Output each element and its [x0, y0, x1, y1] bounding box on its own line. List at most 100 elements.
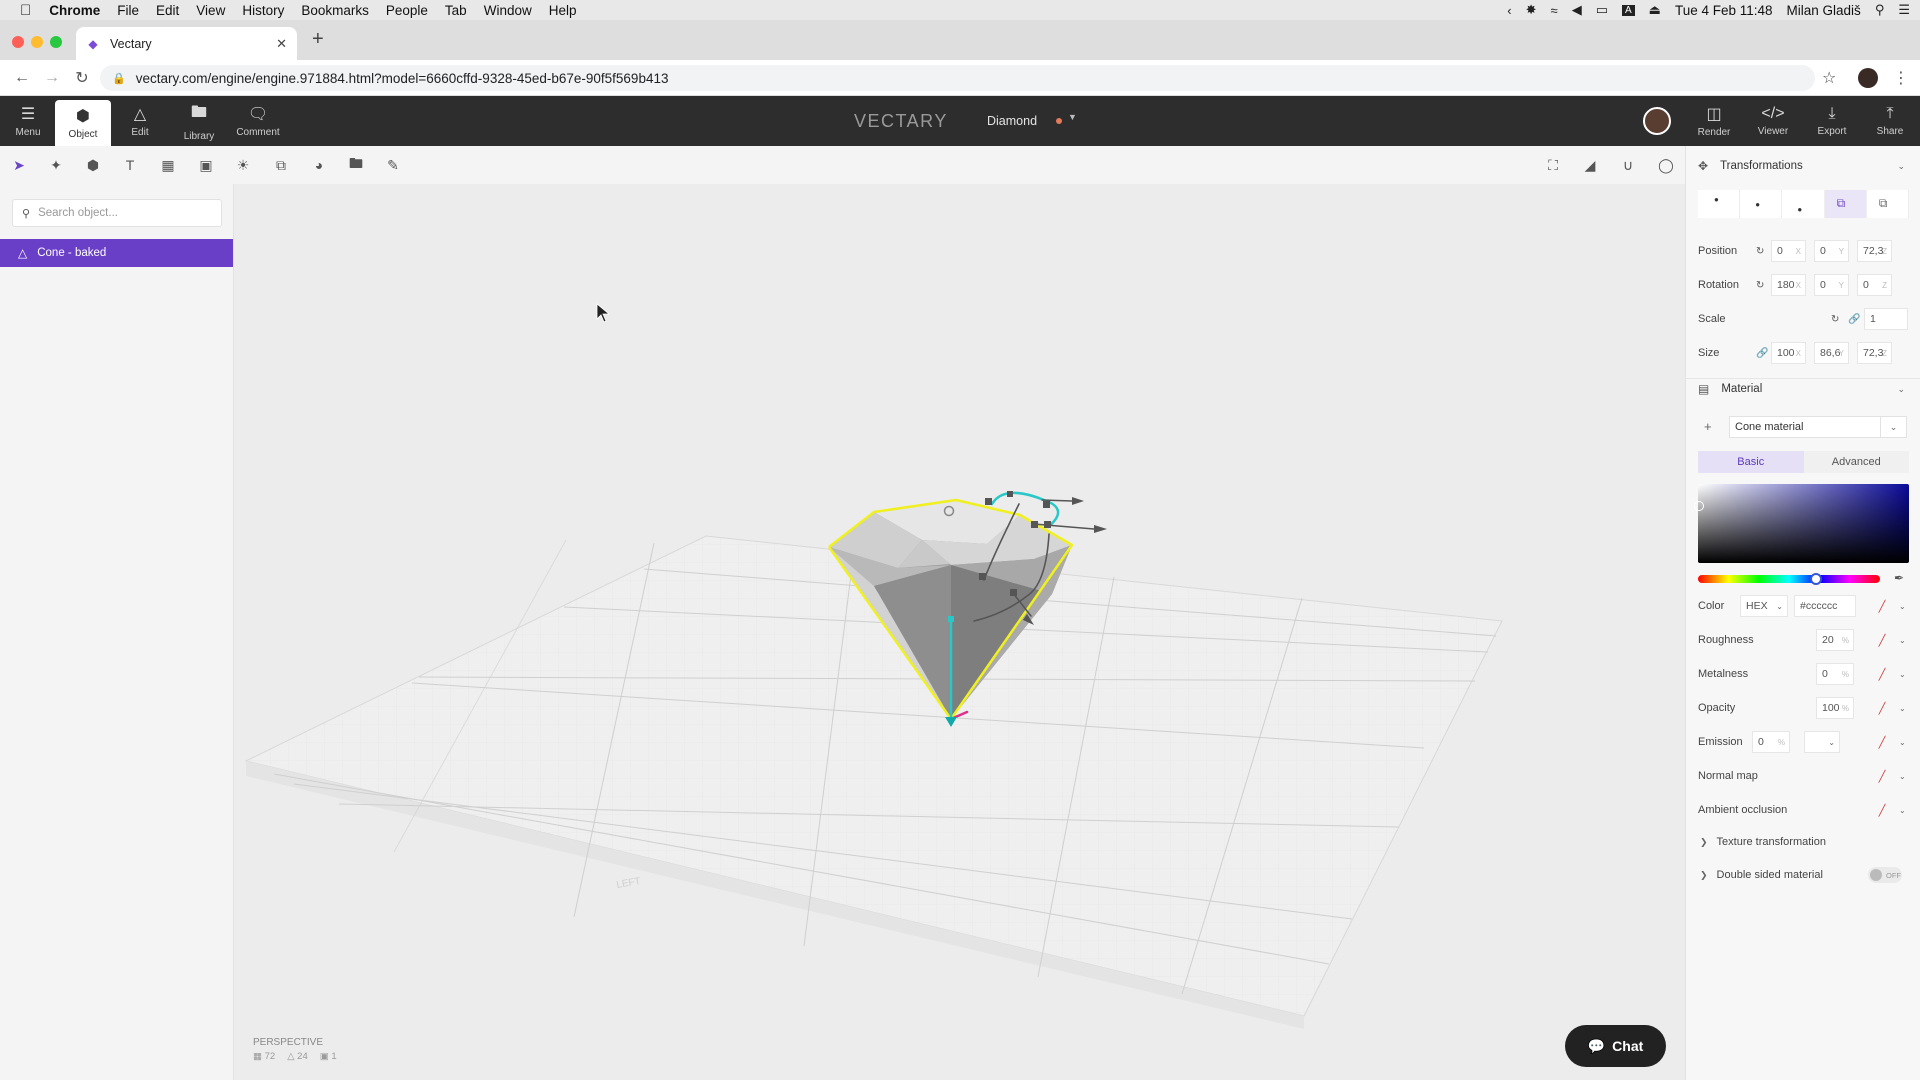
texture-pencil-icon[interactable]: ╱ — [1873, 699, 1891, 717]
image-tool-icon[interactable]: ▦ — [158, 155, 178, 175]
os-clock[interactable]: Tue 4 Feb 11:48 — [1675, 3, 1773, 18]
pivot-bottom-button[interactable]: ● — [1782, 190, 1825, 218]
window-close-button[interactable] — [12, 36, 24, 48]
chevron-left-icon[interactable]: ‹ — [1507, 3, 1511, 18]
size-z-field[interactable]: 72,3 Z — [1857, 342, 1892, 364]
snapping-magnet-icon[interactable]: ∪ — [1618, 155, 1638, 175]
window-minimize-button[interactable] — [31, 36, 43, 48]
hue-slider-thumb[interactable] — [1810, 573, 1822, 585]
library-button[interactable]: 🖿 Library — [171, 96, 227, 146]
new-tab-icon[interactable]: + — [312, 28, 324, 51]
export-button[interactable]: ⤓ Export — [1804, 96, 1860, 146]
chevron-down-icon[interactable]: ⌄ — [1880, 417, 1906, 437]
pivot-center-button[interactable]: ● — [1740, 190, 1783, 218]
position-y-field[interactable]: 0Y — [1814, 240, 1849, 262]
local-axis-button[interactable]: ⧉ — [1866, 190, 1910, 218]
os-menu-help[interactable]: Help — [549, 3, 577, 18]
browser-menu-icon[interactable]: ⋮ — [1893, 68, 1909, 88]
url-text[interactable]: vectary.com/engine/engine.971884.html?mo… — [136, 71, 669, 86]
edit-mode-button[interactable]: △ Edit — [112, 96, 168, 146]
eject-icon[interactable]: ⏏ — [1649, 2, 1661, 18]
viewer-button[interactable]: </> Viewer — [1745, 96, 1801, 146]
apple-icon[interactable]:  — [20, 2, 31, 19]
text-tool-icon[interactable]: T — [120, 155, 140, 175]
scale-field[interactable]: 1 — [1864, 308, 1908, 330]
os-menu-app[interactable]: Chrome — [49, 3, 100, 18]
pivot-top-button[interactable]: ● — [1698, 190, 1741, 218]
transformations-header[interactable]: ✥ Transformations ⌄ — [1686, 151, 1920, 181]
measure-tool-icon[interactable]: ✎ — [383, 155, 403, 175]
texture-transformation-section[interactable]: ❯ Texture transformation — [1698, 831, 1913, 853]
comment-button[interactable]: 🗨 Comment — [230, 96, 286, 146]
emission-color-swatch[interactable]: ⌄ — [1804, 731, 1840, 753]
deformer-tool-icon[interactable]: ◕ — [309, 155, 329, 175]
dropbox-icon[interactable]: ✸ — [1526, 2, 1537, 18]
window-zoom-button[interactable] — [50, 36, 62, 48]
os-menu-tab[interactable]: Tab — [445, 3, 467, 18]
search-input[interactable] — [38, 207, 209, 219]
position-z-field[interactable]: 72,3 Z — [1857, 240, 1892, 262]
texture-pencil-icon[interactable]: ╱ — [1873, 801, 1891, 819]
object-mode-button[interactable]: ⬢ Object — [55, 100, 111, 146]
size-x-field[interactable]: 100 X — [1771, 342, 1806, 364]
bookmark-star-icon[interactable]: ☆ — [1822, 68, 1836, 88]
material-dropdown[interactable]: Cone material ⌄ — [1729, 416, 1907, 438]
chevron-down-icon[interactable]: ⌄ — [1899, 738, 1906, 747]
forward-arrow-icon[interactable]: → — [44, 69, 60, 87]
focus-frame-icon[interactable]: ⛶ — [1543, 155, 1563, 175]
os-menu-people[interactable]: People — [386, 3, 428, 18]
spotlight-search-icon[interactable]: ⚲ — [1875, 2, 1885, 18]
hue-slider[interactable] — [1698, 575, 1880, 583]
chevron-down-icon[interactable]: ⌄ — [1899, 670, 1906, 679]
chat-button[interactable]: 💬 Chat — [1565, 1025, 1666, 1067]
color-picker-area[interactable] — [1698, 484, 1909, 563]
menu-button[interactable]: ☰ Menu — [0, 96, 56, 146]
os-menu-window[interactable]: Window — [484, 3, 532, 18]
volume-icon[interactable]: ◀ — [1572, 2, 1582, 18]
color-hex-field[interactable]: #cccccc — [1794, 595, 1856, 617]
environment-sphere-icon[interactable]: ◯ — [1656, 155, 1676, 175]
pen-tool-icon[interactable]: ✦ — [46, 155, 66, 175]
group-folder-icon[interactable]: 🖿 — [346, 155, 366, 175]
select-tool-icon[interactable]: ➤ — [9, 155, 29, 175]
texture-pencil-icon[interactable]: ╱ — [1873, 631, 1891, 649]
texture-pencil-icon[interactable]: ╱ — [1873, 767, 1891, 785]
chevron-down-icon[interactable]: ⌄ — [1897, 161, 1905, 172]
rotation-x-field[interactable]: 180 X — [1771, 274, 1806, 296]
user-avatar[interactable] — [1643, 107, 1671, 135]
os-menu-history[interactable]: History — [242, 3, 284, 18]
camera-tool-icon[interactable]: ▣ — [196, 155, 216, 175]
back-arrow-icon[interactable]: ← — [14, 69, 30, 87]
chevron-down-icon[interactable]: ▼ — [1068, 112, 1077, 122]
texture-pencil-icon[interactable]: ╱ — [1873, 733, 1891, 751]
color-picker-handle[interactable] — [1694, 501, 1704, 511]
modifier-tool-icon[interactable]: ⧉ — [271, 155, 291, 175]
rotation-y-field[interactable]: 0Y — [1814, 274, 1849, 296]
3d-viewport[interactable]: LEFT PERSPECTIVE ▦ 72 △ 24 ▣ 1 💬 Chat — [234, 184, 1685, 1080]
wifi-icon[interactable]: ≈ — [1551, 3, 1558, 18]
os-menu-file[interactable]: File — [117, 3, 139, 18]
os-user[interactable]: Milan Gladiš — [1787, 3, 1861, 18]
color-format-select[interactable]: HEX ⌄ — [1740, 595, 1788, 617]
shading-mode-icon[interactable]: ◢ — [1580, 155, 1600, 175]
align-pivot-button[interactable]: ⧉ — [1824, 190, 1867, 218]
add-material-icon[interactable]: + — [1704, 419, 1712, 434]
os-menu-view[interactable]: View — [196, 3, 225, 18]
opacity-field[interactable]: 100% — [1816, 697, 1854, 719]
roughness-field[interactable]: 20% — [1816, 629, 1854, 651]
share-button[interactable]: ⤒ Share — [1862, 96, 1918, 146]
tab-advanced[interactable]: Advanced — [1804, 451, 1910, 473]
tab-close-icon[interactable]: ✕ — [276, 36, 287, 52]
light-tool-icon[interactable]: ☀ — [233, 155, 253, 175]
viewport-scene[interactable]: LEFT — [234, 184, 1685, 1080]
render-button[interactable]: ◫ Render — [1686, 96, 1742, 146]
lock-icon[interactable]: 🔒 — [112, 72, 126, 85]
material-header[interactable]: ▤ Material ⌄ — [1686, 374, 1920, 404]
link-icon[interactable]: 🔗 — [1848, 314, 1860, 325]
double-sided-toggle[interactable]: OFF — [1868, 867, 1902, 883]
position-x-field[interactable]: 0X — [1771, 240, 1806, 262]
link-icon[interactable]: 🔗 — [1756, 348, 1768, 359]
emission-field[interactable]: 0% — [1752, 731, 1790, 753]
address-bar[interactable]: 🔒 vectary.com/engine/engine.971884.html?… — [100, 65, 1815, 91]
airplay-icon[interactable]: ▭ — [1596, 2, 1608, 18]
